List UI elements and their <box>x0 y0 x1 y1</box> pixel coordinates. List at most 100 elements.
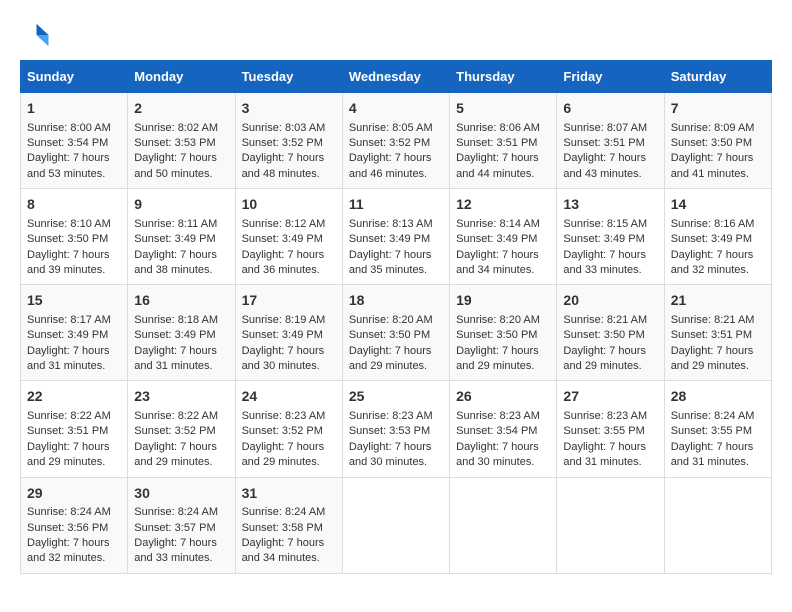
daylight-text: Daylight: 7 hours and 29 minutes. <box>456 345 539 372</box>
daylight-text: Daylight: 7 hours and 38 minutes. <box>134 249 217 276</box>
sunset-text: Sunset: 3:50 PM <box>27 233 108 245</box>
logo-icon <box>20 20 50 50</box>
sunrise-text: Sunrise: 8:13 AM <box>349 218 433 230</box>
week-row-3: 15 Sunrise: 8:17 AM Sunset: 3:49 PM Dayl… <box>21 285 772 381</box>
column-header-tuesday: Tuesday <box>235 61 342 93</box>
sunrise-text: Sunrise: 8:23 AM <box>349 410 433 422</box>
sunrise-text: Sunrise: 8:24 AM <box>27 506 111 518</box>
day-number: 29 <box>27 484 121 504</box>
daylight-text: Daylight: 7 hours and 31 minutes. <box>563 441 646 468</box>
day-number: 22 <box>27 387 121 407</box>
daylight-text: Daylight: 7 hours and 36 minutes. <box>242 249 325 276</box>
sunset-text: Sunset: 3:53 PM <box>134 137 215 149</box>
column-header-friday: Friday <box>557 61 664 93</box>
daylight-text: Daylight: 7 hours and 30 minutes. <box>242 345 325 372</box>
calendar-cell: 10 Sunrise: 8:12 AM Sunset: 3:49 PM Dayl… <box>235 189 342 285</box>
calendar-cell: 27 Sunrise: 8:23 AM Sunset: 3:55 PM Dayl… <box>557 381 664 477</box>
sunset-text: Sunset: 3:53 PM <box>349 425 430 437</box>
daylight-text: Daylight: 7 hours and 29 minutes. <box>134 441 217 468</box>
calendar-cell <box>450 477 557 573</box>
day-number: 3 <box>242 99 336 119</box>
sunrise-text: Sunrise: 8:14 AM <box>456 218 540 230</box>
day-number: 9 <box>134 195 228 215</box>
sunset-text: Sunset: 3:49 PM <box>671 233 752 245</box>
daylight-text: Daylight: 7 hours and 29 minutes. <box>242 441 325 468</box>
calendar-table: SundayMondayTuesdayWednesdayThursdayFrid… <box>20 60 772 574</box>
calendar-cell: 3 Sunrise: 8:03 AM Sunset: 3:52 PM Dayli… <box>235 93 342 189</box>
sunset-text: Sunset: 3:50 PM <box>349 329 430 341</box>
calendar-cell: 5 Sunrise: 8:06 AM Sunset: 3:51 PM Dayli… <box>450 93 557 189</box>
daylight-text: Daylight: 7 hours and 46 minutes. <box>349 152 432 179</box>
sunset-text: Sunset: 3:52 PM <box>242 425 323 437</box>
sunset-text: Sunset: 3:50 PM <box>456 329 537 341</box>
calendar-cell: 29 Sunrise: 8:24 AM Sunset: 3:56 PM Dayl… <box>21 477 128 573</box>
sunrise-text: Sunrise: 8:12 AM <box>242 218 326 230</box>
sunrise-text: Sunrise: 8:24 AM <box>134 506 218 518</box>
day-number: 31 <box>242 484 336 504</box>
day-number: 13 <box>563 195 657 215</box>
sunset-text: Sunset: 3:57 PM <box>134 522 215 534</box>
sunrise-text: Sunrise: 8:19 AM <box>242 314 326 326</box>
calendar-cell: 31 Sunrise: 8:24 AM Sunset: 3:58 PM Dayl… <box>235 477 342 573</box>
calendar-cell: 6 Sunrise: 8:07 AM Sunset: 3:51 PM Dayli… <box>557 93 664 189</box>
calendar-cell <box>664 477 771 573</box>
day-number: 5 <box>456 99 550 119</box>
calendar-cell: 7 Sunrise: 8:09 AM Sunset: 3:50 PM Dayli… <box>664 93 771 189</box>
sunrise-text: Sunrise: 8:09 AM <box>671 122 755 134</box>
day-number: 19 <box>456 291 550 311</box>
daylight-text: Daylight: 7 hours and 33 minutes. <box>563 249 646 276</box>
daylight-text: Daylight: 7 hours and 32 minutes. <box>671 249 754 276</box>
sunset-text: Sunset: 3:49 PM <box>134 233 215 245</box>
sunrise-text: Sunrise: 8:22 AM <box>27 410 111 422</box>
day-number: 25 <box>349 387 443 407</box>
daylight-text: Daylight: 7 hours and 30 minutes. <box>349 441 432 468</box>
sunrise-text: Sunrise: 8:20 AM <box>456 314 540 326</box>
calendar-cell: 4 Sunrise: 8:05 AM Sunset: 3:52 PM Dayli… <box>342 93 449 189</box>
sunset-text: Sunset: 3:51 PM <box>563 137 644 149</box>
day-number: 28 <box>671 387 765 407</box>
daylight-text: Daylight: 7 hours and 41 minutes. <box>671 152 754 179</box>
sunrise-text: Sunrise: 8:23 AM <box>242 410 326 422</box>
day-number: 6 <box>563 99 657 119</box>
day-number: 15 <box>27 291 121 311</box>
calendar-cell: 24 Sunrise: 8:23 AM Sunset: 3:52 PM Dayl… <box>235 381 342 477</box>
daylight-text: Daylight: 7 hours and 31 minutes. <box>27 345 110 372</box>
sunset-text: Sunset: 3:50 PM <box>671 137 752 149</box>
sunrise-text: Sunrise: 8:06 AM <box>456 122 540 134</box>
calendar-cell: 23 Sunrise: 8:22 AM Sunset: 3:52 PM Dayl… <box>128 381 235 477</box>
day-number: 4 <box>349 99 443 119</box>
daylight-text: Daylight: 7 hours and 48 minutes. <box>242 152 325 179</box>
day-number: 30 <box>134 484 228 504</box>
sunrise-text: Sunrise: 8:05 AM <box>349 122 433 134</box>
day-number: 27 <box>563 387 657 407</box>
sunset-text: Sunset: 3:49 PM <box>456 233 537 245</box>
sunrise-text: Sunrise: 8:15 AM <box>563 218 647 230</box>
day-number: 26 <box>456 387 550 407</box>
sunset-text: Sunset: 3:49 PM <box>134 329 215 341</box>
sunset-text: Sunset: 3:52 PM <box>349 137 430 149</box>
week-row-5: 29 Sunrise: 8:24 AM Sunset: 3:56 PM Dayl… <box>21 477 772 573</box>
daylight-text: Daylight: 7 hours and 34 minutes. <box>242 537 325 564</box>
calendar-cell: 17 Sunrise: 8:19 AM Sunset: 3:49 PM Dayl… <box>235 285 342 381</box>
day-number: 8 <box>27 195 121 215</box>
sunrise-text: Sunrise: 8:16 AM <box>671 218 755 230</box>
daylight-text: Daylight: 7 hours and 50 minutes. <box>134 152 217 179</box>
column-header-monday: Monday <box>128 61 235 93</box>
logo <box>20 20 54 50</box>
calendar-cell: 22 Sunrise: 8:22 AM Sunset: 3:51 PM Dayl… <box>21 381 128 477</box>
calendar-cell: 30 Sunrise: 8:24 AM Sunset: 3:57 PM Dayl… <box>128 477 235 573</box>
calendar-cell: 2 Sunrise: 8:02 AM Sunset: 3:53 PM Dayli… <box>128 93 235 189</box>
sunrise-text: Sunrise: 8:21 AM <box>671 314 755 326</box>
sunset-text: Sunset: 3:50 PM <box>563 329 644 341</box>
column-header-wednesday: Wednesday <box>342 61 449 93</box>
column-header-thursday: Thursday <box>450 61 557 93</box>
daylight-text: Daylight: 7 hours and 34 minutes. <box>456 249 539 276</box>
daylight-text: Daylight: 7 hours and 29 minutes. <box>349 345 432 372</box>
sunset-text: Sunset: 3:54 PM <box>456 425 537 437</box>
daylight-text: Daylight: 7 hours and 35 minutes. <box>349 249 432 276</box>
sunset-text: Sunset: 3:49 PM <box>563 233 644 245</box>
day-number: 11 <box>349 195 443 215</box>
daylight-text: Daylight: 7 hours and 32 minutes. <box>27 537 110 564</box>
daylight-text: Daylight: 7 hours and 53 minutes. <box>27 152 110 179</box>
sunset-text: Sunset: 3:56 PM <box>27 522 108 534</box>
